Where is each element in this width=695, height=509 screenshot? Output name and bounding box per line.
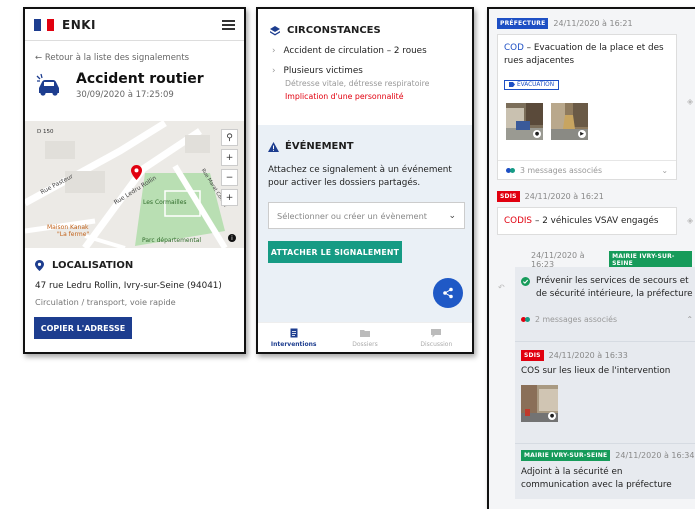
message-date: 24/11/2020 à 16:21 [553, 19, 633, 28]
page-title: Accident routier [76, 71, 204, 87]
tag-label: ÉVACUATION [517, 81, 555, 88]
map-label-d150: D 150 [37, 129, 54, 135]
list-item: › Plusieurs victimes [258, 56, 472, 76]
report-detail-screen: ENKI ← Retour à la liste des signalement… [23, 7, 246, 354]
associated-count: 2 messages associés [535, 315, 618, 324]
location-pin-icon [35, 260, 44, 271]
message-text: Adjoint à la sécurité en communication a… [521, 467, 672, 490]
tab-label: Discussion [420, 340, 453, 348]
folder-icon [359, 329, 370, 337]
circumstances-screen: CIRCONSTANCES › Accident de circulation –… [256, 7, 474, 354]
list-item-label: Accident de circulation – 2 roues [283, 46, 427, 56]
copy-address-button[interactable]: COPIER L'ADRESSE [34, 317, 132, 339]
tab-label: Dossiers [352, 340, 378, 348]
camera-icon: ● [533, 130, 541, 138]
source-badge: SDIS [497, 191, 520, 202]
message-date: 24/11/2020 à 16:21 [524, 192, 604, 201]
map-layers-button[interactable]: + [221, 189, 238, 206]
message-text: – 2 véhicules VSAV engagés [535, 216, 659, 226]
circumstances-heading: CIRCONSTANCES [287, 25, 381, 36]
source-badge: SDIS [521, 350, 544, 361]
french-flag-logo [34, 18, 55, 31]
chevron-right-icon: › [272, 66, 276, 76]
list-item: › Accident de circulation – 2 roues [258, 36, 472, 56]
location-heading: LOCALISATION [52, 260, 134, 271]
warning-icon [268, 141, 279, 152]
event-select[interactable]: Sélectionner ou créer un évènement ⌄ [268, 202, 465, 229]
car-crash-icon [36, 73, 59, 96]
message-text: Prévenir les services de secours et de s… [536, 276, 693, 299]
associated-messages-toggle[interactable]: 3 messages associés ⌄ [498, 160, 676, 180]
category-text: Circulation / transport, voie rapide [35, 297, 176, 307]
chevron-right-icon: › [272, 46, 276, 56]
message-date: 24/11/2020 à 16:34 [615, 451, 695, 460]
chevron-down-icon: ⌄ [661, 166, 668, 175]
attach-report-button[interactable]: ATTACHER LE SIGNALEMENT [268, 241, 402, 263]
source-badge: MAIRIE IVRY-SUR-SEINE [521, 450, 611, 461]
message-card[interactable]: CODIS – 2 véhicules VSAV engagés [497, 207, 677, 235]
zoom-in-button[interactable]: + [221, 149, 238, 166]
map-info-icon[interactable]: i [228, 234, 236, 242]
photo-thumbnail[interactable]: ● [506, 103, 543, 140]
back-link[interactable]: ← Retour à la liste des signalements [25, 41, 244, 63]
check-circle-icon [521, 277, 530, 286]
event-select-placeholder: Sélectionner ou créer un évènement [277, 210, 427, 221]
associated-messages-toggle[interactable]: 2 messages associés ⌃ [515, 301, 695, 324]
map-label-cormailles: Les Cormailles [143, 199, 187, 206]
associated-count: 3 messages associés [520, 166, 603, 175]
map-marker-icon [131, 165, 142, 180]
forward-icon[interactable]: ◈ [687, 97, 693, 106]
message-text: – Evacuation de la place et des rues adj… [504, 43, 664, 66]
app-name: ENKI [62, 17, 97, 32]
chevron-down-icon: ⌄ [448, 210, 456, 221]
app-header: ENKI [25, 9, 244, 41]
chat-icon [431, 328, 442, 337]
chevron-up-icon: ⌃ [686, 315, 693, 324]
zoom-out-button[interactable]: − [221, 169, 238, 186]
event-description: Attachez ce signalement à un événement p… [268, 165, 452, 188]
message-text: COS sur les lieux de l'intervention [521, 366, 671, 376]
personality-alert: Implication d'une personnalité [285, 92, 404, 101]
message-date: 24/11/2020 à 16:33 [548, 351, 628, 360]
share-button[interactable] [433, 278, 463, 308]
camera-icon: ● [548, 412, 556, 420]
tag-icon [509, 82, 515, 87]
menu-icon[interactable] [222, 19, 235, 30]
forward-icon[interactable]: ◈ [687, 216, 693, 225]
address-text: 47 rue Ledru Rollin, Ivry-sur-Seine (940… [35, 281, 222, 291]
tab-discussion[interactable]: Discussion [401, 323, 472, 352]
map-label-maison: Maison Kanak [47, 224, 89, 231]
map-label-parc: Parc départemental [142, 237, 202, 244]
reply-icon[interactable]: ↶ [498, 283, 505, 292]
tab-dossiers[interactable]: Dossiers [329, 323, 400, 352]
play-icon: ▶ [578, 130, 586, 138]
event-heading: ÉVÉNEMENT [285, 141, 354, 152]
tab-interventions[interactable]: Interventions [258, 323, 329, 352]
share-icon [443, 287, 453, 299]
source-badge: PRÉFECTURE [497, 18, 549, 29]
location-map[interactable]: D 150 Rue Pasteur Rue Ledru Rollin Rue M… [25, 121, 244, 248]
map-label-ferme: "La ferme" [57, 231, 90, 238]
thread-card: Prévenir les services de secours et de s… [515, 267, 695, 499]
message-code: COD [504, 43, 524, 53]
list-item-label: Plusieurs victimes [283, 66, 363, 76]
layers-icon [270, 25, 280, 35]
report-datetime: 30/09/2020 à 17:25:09 [76, 90, 174, 100]
bottom-tab-bar: Interventions Dossiers Discussion [258, 322, 472, 352]
evacuation-tag: ÉVACUATION [504, 79, 560, 90]
victim-detail: Détresse vitale, détresse respiratoire [285, 79, 430, 88]
message-code: CODIS [504, 216, 533, 226]
map-search-icon[interactable]: ⚲ [221, 129, 238, 146]
message-feed-screen: PRÉFECTURE 24/11/2020 à 16:21 COD – Evac… [487, 7, 695, 509]
message-card[interactable]: COD – Evacuation de la place et des rues… [497, 34, 677, 180]
document-icon [290, 328, 298, 337]
photo-thumbnail[interactable]: ● [521, 385, 558, 422]
tab-label: Interventions [270, 340, 317, 348]
video-thumbnail[interactable]: ▶ [551, 103, 588, 140]
